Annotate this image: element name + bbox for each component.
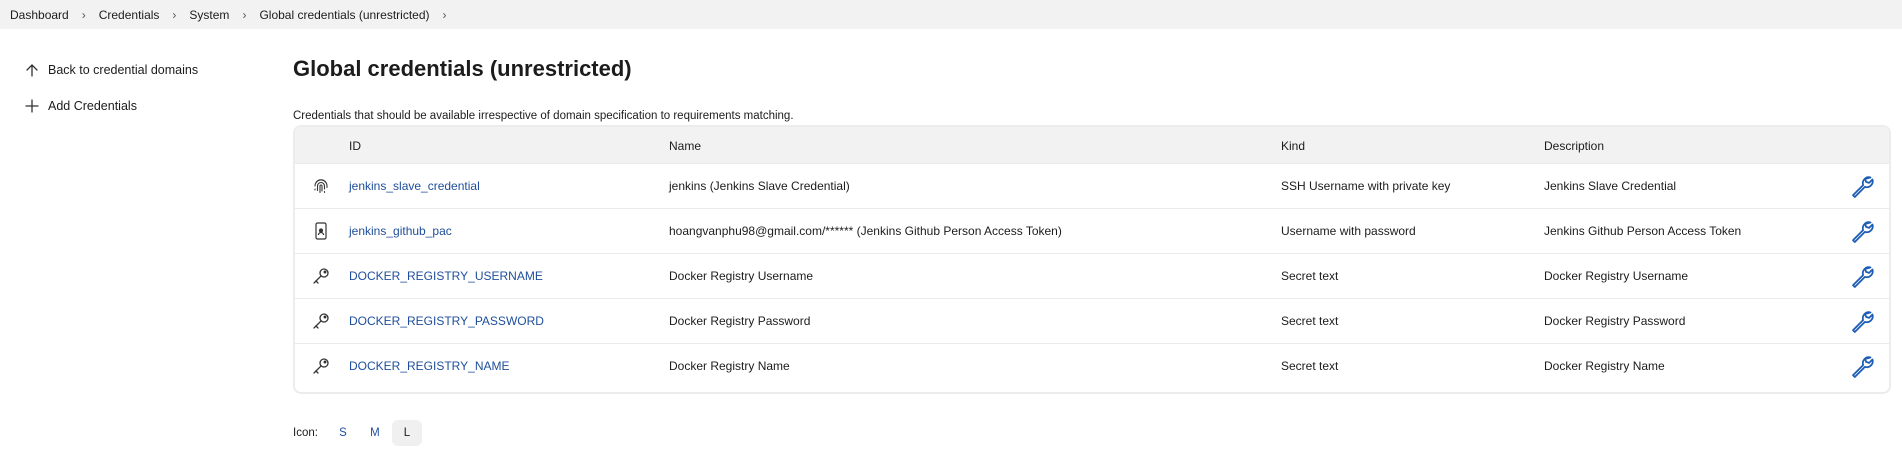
icon-size-label: Icon:: [293, 427, 318, 439]
credential-kind: Username with password: [1281, 224, 1416, 238]
icon-size-s-button[interactable]: S: [328, 420, 358, 446]
credential-name: Docker Registry Name: [669, 359, 790, 373]
table-row: DOCKER_REGISTRY_USERNAME Docker Registry…: [295, 253, 1889, 298]
wrench-icon[interactable]: [1848, 307, 1876, 335]
credential-name: Docker Registry Password: [669, 314, 811, 328]
key-icon: [311, 356, 331, 376]
key-icon: [311, 311, 331, 331]
credential-name: jenkins (Jenkins Slave Credential): [669, 179, 850, 193]
credential-description: Docker Registry Name: [1544, 359, 1665, 373]
breadcrumb-credentials[interactable]: Credentials: [99, 8, 160, 22]
chevron-right-icon[interactable]: ›: [69, 8, 99, 22]
credential-id-link[interactable]: jenkins_slave_credential: [349, 179, 480, 193]
page-subtitle: Credentials that should be available irr…: [293, 110, 794, 122]
chevron-right-icon[interactable]: ›: [229, 8, 259, 22]
mobile-badge-icon: [311, 221, 331, 241]
credential-name: Docker Registry Username: [669, 269, 814, 283]
credential-kind: Secret text: [1281, 359, 1339, 373]
sidebar-item-label: Add Credentials: [48, 99, 137, 113]
breadcrumb-dashboard[interactable]: Dashboard: [10, 8, 69, 22]
icon-size-selector: Icon: S M L: [293, 420, 422, 446]
column-header-description[interactable]: Description: [1544, 139, 1604, 153]
wrench-icon[interactable]: [1848, 217, 1876, 245]
table-row: DOCKER_REGISTRY_NAME Docker Registry Nam…: [295, 343, 1889, 388]
wrench-icon[interactable]: [1848, 352, 1876, 380]
credential-name: hoangvanphu98@gmail.com/****** (Jenkins …: [669, 224, 1062, 238]
sidebar: Back to credential domains Add Credentia…: [22, 55, 198, 127]
credential-kind: Secret text: [1281, 269, 1339, 283]
table-row: jenkins_github_pac hoangvanphu98@gmail.c…: [295, 208, 1889, 253]
arrow-up-icon: [22, 62, 42, 78]
credential-id-link[interactable]: DOCKER_REGISTRY_PASSWORD: [349, 314, 544, 328]
icon-size-m-button[interactable]: M: [360, 420, 390, 446]
wrench-icon[interactable]: [1848, 262, 1876, 290]
fingerprint-icon: [311, 176, 331, 196]
column-header-name[interactable]: Name: [669, 139, 701, 153]
chevron-right-icon[interactable]: ›: [430, 8, 460, 22]
credentials-table: ID Name Kind Description jenkins_slave_c…: [293, 125, 1891, 394]
column-header-kind[interactable]: Kind: [1281, 139, 1305, 153]
wrench-icon[interactable]: [1848, 172, 1876, 200]
credential-description: Jenkins Slave Credential: [1544, 179, 1677, 193]
credential-description: Docker Registry Password: [1544, 314, 1686, 328]
column-header-id[interactable]: ID: [349, 139, 361, 153]
credential-id-link[interactable]: DOCKER_REGISTRY_NAME: [349, 359, 509, 373]
add-credentials-link[interactable]: Add Credentials: [22, 91, 198, 121]
table-header: ID Name Kind Description: [295, 127, 1889, 163]
breadcrumb-system[interactable]: System: [189, 8, 229, 22]
icon-size-l-button[interactable]: L: [391, 420, 422, 446]
breadcrumb-bar: Dashboard › Credentials › System › Globa…: [0, 0, 1902, 29]
credential-kind: Secret text: [1281, 314, 1339, 328]
key-icon: [311, 266, 331, 286]
credential-description: Docker Registry Username: [1544, 269, 1689, 283]
credential-id-link[interactable]: DOCKER_REGISTRY_USERNAME: [349, 269, 543, 283]
page-title: Global credentials (unrestricted): [293, 56, 632, 81]
credential-description: Jenkins Github Person Access Token: [1544, 224, 1742, 238]
sidebar-item-label: Back to credential domains: [48, 63, 199, 77]
back-to-credential-domains-link[interactable]: Back to credential domains: [22, 55, 198, 85]
plus-icon: [22, 98, 42, 114]
table-row: DOCKER_REGISTRY_PASSWORD Docker Registry…: [295, 298, 1889, 343]
table-row: jenkins_slave_credential jenkins (Jenkin…: [295, 163, 1889, 208]
credential-id-link[interactable]: jenkins_github_pac: [349, 224, 452, 238]
credential-kind: SSH Username with private key: [1281, 179, 1451, 193]
breadcrumb-global-credentials[interactable]: Global credentials (unrestricted): [259, 8, 429, 22]
chevron-right-icon[interactable]: ›: [159, 8, 189, 22]
